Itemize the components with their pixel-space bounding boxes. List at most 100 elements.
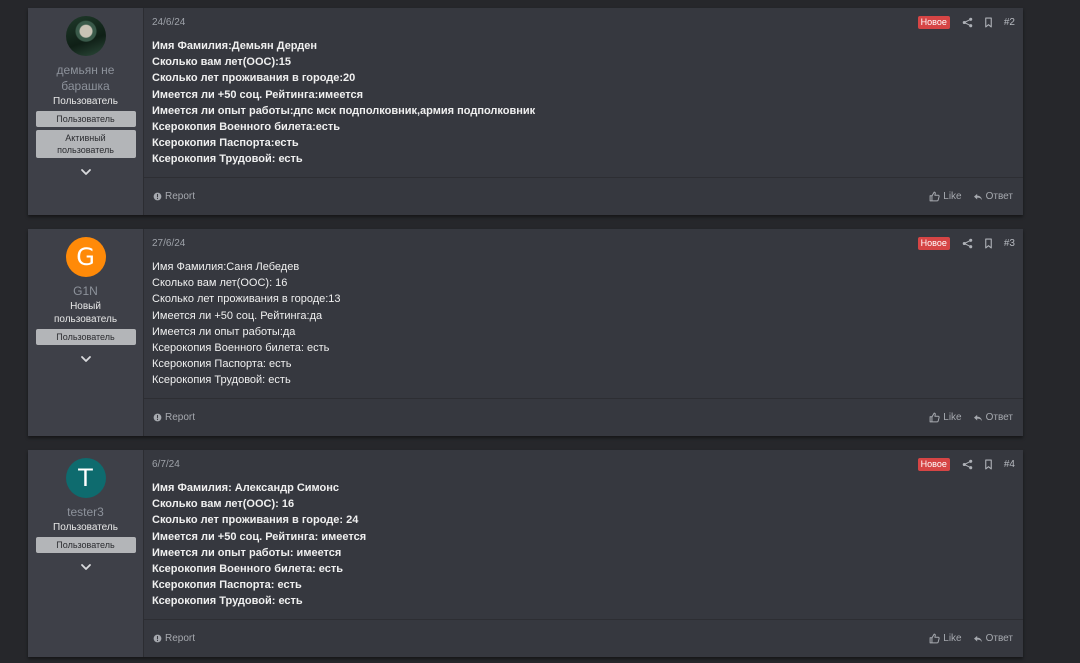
reply-button[interactable]: Ответ [973,412,1013,423]
reply-icon [973,413,983,423]
post-line: Сколько вам лет(ООС): 16 [152,277,288,290]
chevron-down-icon[interactable] [80,561,92,573]
post-line: Сколько лет проживания в городе: 24 [152,514,359,527]
post-line: Имя Фамилия: Александр Симонс [152,482,340,494]
post-line: Ксерокопия Паспорта: есть [152,579,302,592]
user-title: Пользователь [53,522,118,533]
reply-icon [973,192,983,202]
post-user-info: T tester3 Пользователь Пользователь [28,450,144,657]
post-line: Сколько лет проживания в городе:13 [152,293,341,306]
post-line: Ксерокопия Трудовой: есть [152,153,303,166]
post-main: 27/6/24 Новое #3 Имя Фамилия:Саня Лебеде… [144,229,1023,436]
new-badge: Новое [917,236,950,250]
post-body: Имя Фамилия:Саня Лебедев Сколько вам лет… [144,257,1023,398]
like-button[interactable]: Like [929,412,962,423]
post-line: Сколько вам лет(ООС): 16 [152,498,295,511]
share-icon[interactable] [962,238,973,249]
thumbs-up-icon [929,191,940,202]
post-footer: Report Like Ответ [144,177,1023,215]
share-icon[interactable] [962,17,973,28]
like-button[interactable]: Like [929,633,962,644]
post-line: Ксерокопия Военного билета: есть [152,563,344,576]
post-line: Ксерокопия Военного билета: есть [152,342,330,355]
post-date[interactable]: 6/7/24 [152,459,180,470]
report-button[interactable]: Report [153,633,195,644]
post-main: 24/6/24 Новое #2 Имя Фамилия:Демьян Дерд… [144,8,1023,215]
post-line: Имя Фамилия:Демьян Дерден [152,40,317,52]
report-label: Report [165,633,196,644]
post-line: Сколько вам лет(ООС):15 [152,56,292,69]
alert-icon [153,413,162,422]
alert-icon [153,192,162,201]
post-header: 6/7/24 Новое #4 [144,450,1023,478]
user-avatar[interactable]: T [65,458,106,498]
post-3: G G1N Новый пользователь Пользователь 27… [28,229,1023,436]
user-title: Новый пользователь [53,301,118,325]
post-date[interactable]: 27/6/24 [152,238,185,249]
post-line: Ксерокопия Трудовой: есть [152,595,303,608]
bookmark-icon[interactable] [983,238,994,249]
chevron-down-icon[interactable] [80,353,92,365]
share-icon[interactable] [962,459,973,470]
user-banner: Пользователь [35,111,136,127]
like-label: Like [943,633,962,644]
report-label: Report [165,412,196,423]
new-badge: Новое [917,457,950,471]
report-button[interactable]: Report [153,412,195,423]
post-line: Ксерокопия Трудовой: есть [152,374,291,387]
username-link[interactable]: tester3 [61,504,110,520]
bookmark-icon[interactable] [983,17,994,28]
post-2: демьян не барашка Пользователь Пользоват… [28,8,1023,215]
user-banner: Пользователь [35,537,136,553]
post-line: Имеется ли опыт работы:дпс мск подполков… [152,104,536,117]
post-line: Ксерокопия Паспорта: есть [152,358,292,371]
post-number[interactable]: #3 [1004,238,1015,249]
post-line: Имеется ли опыт работы: имеется [152,546,342,559]
thumbs-up-icon [929,412,940,423]
post-line: Имеется ли +50 соц. Рейтинга:имеется [152,88,364,101]
chevron-down-icon[interactable] [80,166,92,178]
post-header: 24/6/24 Новое #2 [144,8,1023,36]
report-button[interactable]: Report [153,191,195,202]
alert-icon [153,634,162,643]
post-main: 6/7/24 Новое #4 Имя Фамилия: Александр С… [144,450,1023,657]
post-footer: Report Like Ответ [144,398,1023,436]
username-link[interactable]: G1N [67,283,104,299]
like-label: Like [943,412,962,423]
reply-button[interactable]: Ответ [973,633,1013,644]
user-avatar[interactable]: G [65,237,106,277]
user-avatar[interactable] [65,16,106,56]
post-body: Имя Фамилия: Александр Симонс Сколько ва… [144,478,1023,619]
post-line: Имя Фамилия:Саня Лебедев [152,261,300,273]
post-date[interactable]: 24/6/24 [152,17,185,28]
post-line: Ксерокопия Паспорта:есть [152,137,299,150]
report-label: Report [165,191,196,202]
post-header: 27/6/24 Новое #3 [144,229,1023,257]
post-user-info: G G1N Новый пользователь Пользователь [28,229,144,436]
reply-icon [973,634,983,644]
post-footer: Report Like Ответ [144,619,1023,657]
thumbs-up-icon [929,633,940,644]
new-badge: Новое [917,15,950,29]
post-line: Имеется ли +50 соц. Рейтинга: имеется [152,530,367,543]
post-line: Сколько лет проживания в городе:20 [152,72,356,85]
username-link[interactable]: демьян не барашка [28,62,143,94]
user-banner: Пользователь [35,329,136,345]
reply-label: Ответ [985,191,1013,202]
post-number[interactable]: #2 [1004,17,1015,28]
reply-label: Ответ [985,633,1013,644]
reply-button[interactable]: Ответ [973,191,1013,202]
user-title: Пользователь [53,96,118,107]
user-banner: Активный пользователь [35,130,136,158]
post-number[interactable]: #4 [1004,459,1015,470]
like-label: Like [943,191,962,202]
post-line: Ксерокопия Военного билета:есть [152,121,340,134]
post-4: T tester3 Пользователь Пользователь 6/7/… [28,450,1023,657]
post-line: Имеется ли +50 соц. Рейтинга:да [152,309,323,322]
post-body: Имя Фамилия:Демьян Дерден Сколько вам ле… [144,36,1023,177]
post-user-info: демьян не барашка Пользователь Пользоват… [28,8,144,215]
bookmark-icon[interactable] [983,459,994,470]
reply-label: Ответ [985,412,1013,423]
post-line: Имеется ли опыт работы:да [152,325,296,338]
like-button[interactable]: Like [929,191,962,202]
